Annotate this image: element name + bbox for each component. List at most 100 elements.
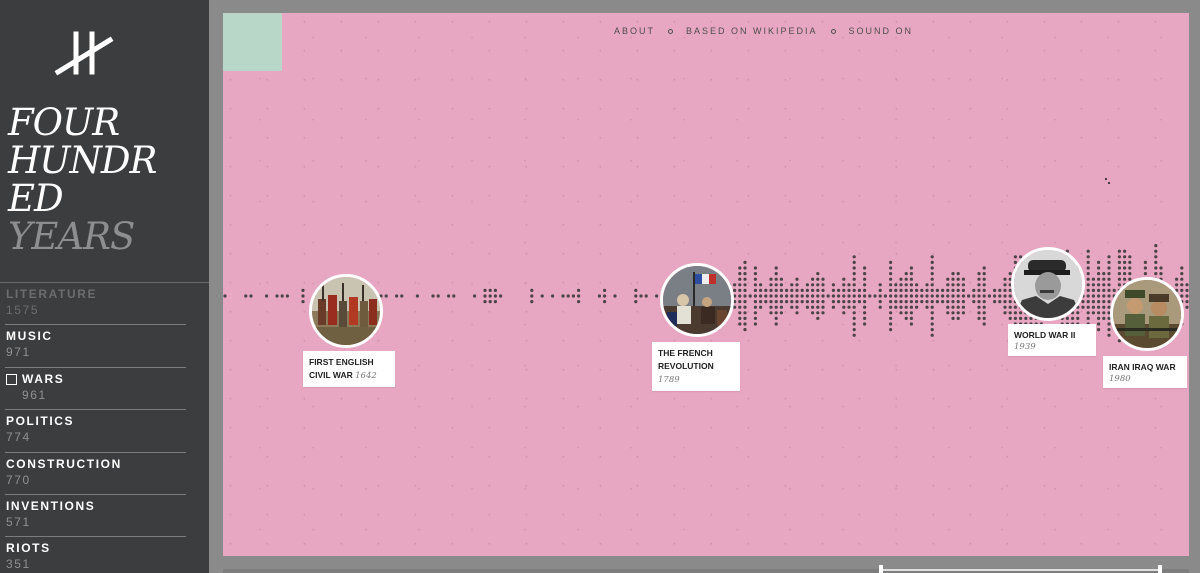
waveform-dot — [571, 294, 575, 298]
range-handle-left[interactable] — [879, 565, 883, 573]
waveform-dot — [774, 311, 778, 315]
event-thumbnail[interactable] — [660, 263, 734, 337]
event-thumbnail[interactable] — [309, 274, 383, 348]
waveform-dot — [977, 316, 981, 320]
waveform-dot — [790, 305, 794, 309]
event-thumbnail[interactable] — [1011, 247, 1085, 321]
waveform-dot — [889, 305, 893, 309]
waveform-dot — [951, 305, 955, 309]
waveform-dot — [930, 272, 934, 276]
waveform-dot — [852, 316, 856, 320]
waveform-dot — [779, 305, 784, 309]
waveform-dot — [909, 294, 914, 298]
waveform-dot — [634, 288, 638, 292]
waveform-dot — [1102, 272, 1106, 276]
waveform-dot — [1154, 260, 1158, 264]
timeline-panel[interactable]: ABOUT BASED ON WIKIPEDIA SOUND ON FIRST … — [223, 13, 1189, 556]
logo-icon[interactable] — [52, 26, 116, 80]
waveform-dot — [785, 300, 789, 304]
waveform-dot — [1091, 294, 1095, 298]
waveform-dot — [790, 288, 794, 292]
waveform-dot — [889, 277, 893, 281]
waveform-dot — [1097, 260, 1101, 264]
waveform-dot — [790, 294, 794, 298]
waveform-dot — [816, 288, 820, 292]
waveform-dot — [753, 316, 758, 320]
waveform-dot — [852, 283, 856, 287]
waveform-dot — [904, 288, 908, 292]
title-line: HUNDR — [8, 139, 157, 182]
waveform-dot — [1097, 311, 1101, 315]
category-item-music[interactable]: MUSIC 971 — [0, 327, 209, 369]
checkbox-icon[interactable] — [6, 373, 17, 385]
category-item-riots[interactable]: RIOTS 351 — [0, 539, 209, 573]
waveform-dot — [738, 266, 742, 270]
event-label[interactable]: THE FRENCH REVOLUTION 1789 — [652, 342, 740, 391]
waveform-dot — [1003, 277, 1007, 281]
waveform-dot — [805, 305, 810, 309]
waveform-dot — [1097, 300, 1101, 304]
title-line: YEARS — [8, 215, 135, 258]
event-label[interactable]: FIRST ENGLISH CIVIL WAR 1642 — [303, 351, 395, 387]
category-item-construction[interactable]: CONSTRUCTION 770 — [0, 455, 209, 497]
waveform-dot — [1102, 311, 1106, 315]
waveform-dot — [1071, 316, 1075, 320]
waveform-dot — [816, 294, 820, 298]
waveform-dot — [1107, 277, 1111, 281]
waveform-dot — [1123, 255, 1127, 259]
waveform-dot — [1086, 300, 1090, 304]
waveform-dot — [1008, 294, 1012, 298]
waveform-dot — [951, 283, 955, 287]
waveform-dot — [1107, 260, 1111, 264]
waveform-dot — [1143, 266, 1147, 270]
waveform-dot — [1097, 316, 1101, 320]
waveform-dot — [904, 272, 908, 276]
waveform-dot — [759, 283, 763, 287]
waveform-dot — [909, 277, 914, 281]
waveform-dot — [889, 311, 893, 315]
waveform-dot — [1180, 294, 1184, 298]
waveform-dot — [1019, 311, 1023, 315]
waveform-dot — [743, 300, 747, 304]
waveform-dot — [1117, 272, 1121, 276]
waveform-dot — [1091, 277, 1095, 281]
waveform-dot — [1097, 305, 1101, 309]
category-name: INVENTIONS — [6, 498, 96, 513]
waveform-dot — [1091, 300, 1095, 304]
waveform-dot — [977, 294, 981, 298]
waveform-dot — [1102, 277, 1106, 281]
waveform-dot — [889, 316, 893, 320]
waveform-dot — [1185, 283, 1189, 287]
waveform-dot — [946, 277, 950, 281]
waveform-dot — [1107, 328, 1111, 332]
event-label[interactable]: WORLD WAR II 1939 — [1008, 324, 1096, 356]
waveform-dot — [1180, 266, 1184, 270]
category-item-literature[interactable]: LITERATURE 1575 — [0, 285, 209, 327]
timeline-range[interactable] — [883, 569, 1158, 571]
category-item-politics[interactable]: POLITICS 774 — [0, 412, 209, 454]
waveform-dot — [930, 283, 934, 287]
category-item-wars[interactable]: WARS 961 — [0, 370, 209, 412]
waveform-dot — [821, 283, 825, 287]
range-handle-right[interactable] — [1158, 565, 1162, 573]
waveform-dot — [831, 300, 836, 304]
waveform-dot — [597, 294, 601, 298]
waveform-dot — [1117, 266, 1121, 270]
waveform-dot — [863, 283, 867, 287]
category-item-inventions[interactable]: INVENTIONS 571 — [0, 497, 209, 539]
waveform-dot — [1117, 260, 1121, 264]
waveform-dot — [956, 272, 960, 276]
waveform-dot — [863, 322, 867, 326]
waveform-dot — [415, 294, 419, 298]
waveform-dot — [613, 294, 617, 298]
waveform-dot — [930, 322, 934, 326]
waveform-dot — [1107, 300, 1111, 304]
waveform-dot — [941, 288, 945, 292]
waveform-dot — [1154, 255, 1158, 259]
event-label[interactable]: IRAN IRAQ WAR 1980 — [1103, 356, 1187, 388]
event-thumbnail[interactable] — [1110, 277, 1184, 351]
waveform-dot — [743, 266, 747, 270]
waveform-dot — [285, 294, 289, 298]
waveform-dot — [1086, 260, 1090, 264]
waveform-dot — [743, 272, 747, 276]
